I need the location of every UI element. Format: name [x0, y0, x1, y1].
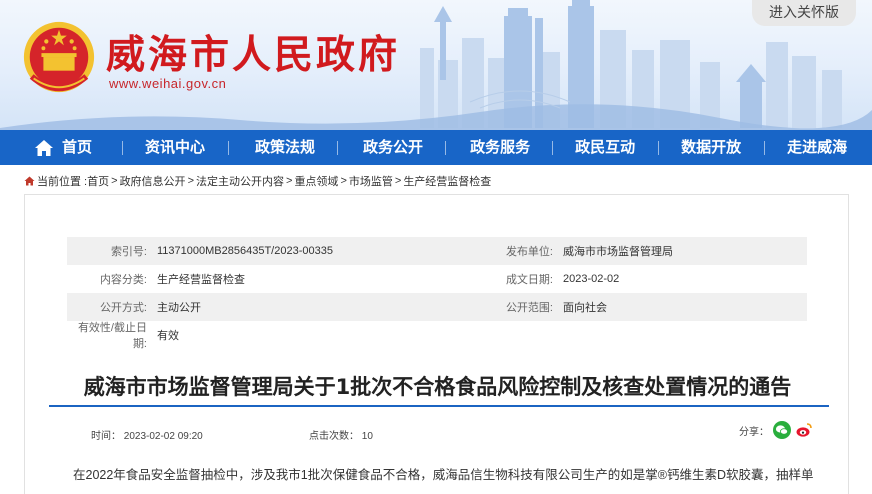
validity-value: 有效	[157, 330, 179, 342]
metadata-table: 索引号: 11371000MB2856435T/2023-00335 发布单位:…	[67, 237, 807, 350]
views-label: 点击次数：	[309, 431, 359, 442]
disclosure-scope-value: 面向社会	[563, 302, 607, 314]
nav-item-open-gov[interactable]: 政务公开	[363, 130, 423, 165]
home-icon	[35, 139, 53, 156]
title-divider	[49, 405, 829, 407]
metadata-row: 索引号: 11371000MB2856435T/2023-00335 发布单位:…	[67, 237, 807, 265]
created-date-value: 2023-02-02	[563, 273, 620, 285]
site-url: www.weihai.gov.cn	[109, 76, 227, 91]
category-value: 生产经营监督检查	[157, 274, 245, 286]
nav-divider	[228, 140, 230, 155]
publisher-label: 发布单位:	[505, 246, 553, 258]
breadcrumb-prefix: 当前位置 :	[37, 176, 88, 188]
nav-divider	[658, 140, 660, 155]
nav-divider	[552, 140, 554, 155]
nav-item-open-data[interactable]: 数据开放	[681, 130, 741, 165]
nav-divider	[122, 140, 124, 155]
breadcrumb-separator: >	[111, 175, 118, 187]
wechat-share-icon[interactable]	[773, 421, 791, 439]
publisher-value: 威海市市场监督管理局	[563, 246, 673, 258]
metadata-row: 内容分类: 生产经营监督检查 成文日期: 2023-02-02	[67, 265, 807, 293]
nav-divider	[337, 140, 339, 155]
breadcrumb-separator: >	[340, 175, 347, 187]
nav-item-policy[interactable]: 政策法规	[255, 130, 315, 165]
share-bar: 分享：	[739, 421, 813, 439]
breadcrumb-item[interactable]: 政府信息公开	[120, 173, 186, 189]
metadata-row: 有效性/截止日期: 有效	[67, 321, 807, 350]
breadcrumb-separator: >	[286, 175, 293, 187]
home-small-icon	[24, 176, 35, 186]
weibo-share-icon[interactable]	[795, 421, 813, 439]
breadcrumb-item[interactable]: 重点领域	[294, 173, 338, 189]
disclosure-mode-value: 主动公开	[157, 302, 201, 314]
share-label: 分享：	[739, 426, 769, 438]
main-nav: 首页 资讯中心 政策法规 政务公开 政务服务 政民互动 数据开放 走进威海	[0, 130, 872, 165]
created-date-label: 成文日期:	[505, 274, 553, 286]
article-title: 威海市市场监督管理局关于1批次不合格食品风险控制及核查处置情况的通告	[83, 375, 792, 399]
index-value: 11371000MB2856435T/2023-00335	[157, 245, 333, 257]
breadcrumb-separator: >	[187, 175, 194, 187]
nav-item-home[interactable]: 首页	[34, 130, 92, 165]
nav-divider	[764, 140, 766, 155]
site-title: 威海市人民政府	[106, 32, 401, 78]
header-banner: 威海市人民政府 www.weihai.gov.cn 进入关怀版	[0, 0, 872, 130]
article-body-paragraph: 在2022年食品安全监督抽检中，涉及我市1批次保健食品不合格，威海品信生物科技有…	[73, 468, 814, 482]
breadcrumb-separator: >	[394, 175, 402, 187]
nav-divider	[445, 140, 447, 155]
nav-item-news[interactable]: 资讯中心	[145, 130, 205, 165]
category-label: 内容分类:	[99, 274, 147, 286]
nav-item-interaction[interactable]: 政民互动	[575, 130, 635, 165]
metadata-row: 公开方式: 主动公开 公开范围: 面向社会	[67, 293, 807, 321]
breadcrumb-item[interactable]: 市场监管	[349, 173, 393, 189]
breadcrumb-item[interactable]: 首页	[87, 173, 109, 189]
validity-label: 有效性/截止日期:	[77, 322, 147, 350]
disclosure-mode-label: 公开方式:	[99, 302, 147, 314]
view-count: 点击次数： 10	[309, 427, 373, 442]
time-label: 时间：	[91, 431, 121, 442]
publish-time: 时间： 2023-02-02 09:20	[91, 427, 203, 442]
views-value: 10	[361, 431, 373, 442]
breadcrumb-item[interactable]: 生产经营监督检查	[403, 173, 491, 189]
time-value: 2023-02-02 09:20	[123, 431, 203, 442]
article-card: 索引号: 11371000MB2856435T/2023-00335 发布单位:…	[24, 194, 849, 494]
nav-label: 首页	[62, 139, 93, 156]
care-mode-button[interactable]: 进入关怀版	[752, 0, 856, 26]
breadcrumb-item[interactable]: 法定主动公开内容	[196, 173, 284, 189]
index-label: 索引号:	[110, 246, 147, 258]
nav-item-about-weihai[interactable]: 走进威海	[787, 130, 847, 165]
disclosure-scope-label: 公开范围:	[505, 302, 553, 314]
breadcrumb: 当前位置 : 首页 > 政府信息公开 > 法定主动公开内容 > 重点领域 > 市…	[24, 173, 491, 189]
nav-item-services[interactable]: 政务服务	[470, 130, 530, 165]
national-emblem-icon	[23, 21, 95, 93]
